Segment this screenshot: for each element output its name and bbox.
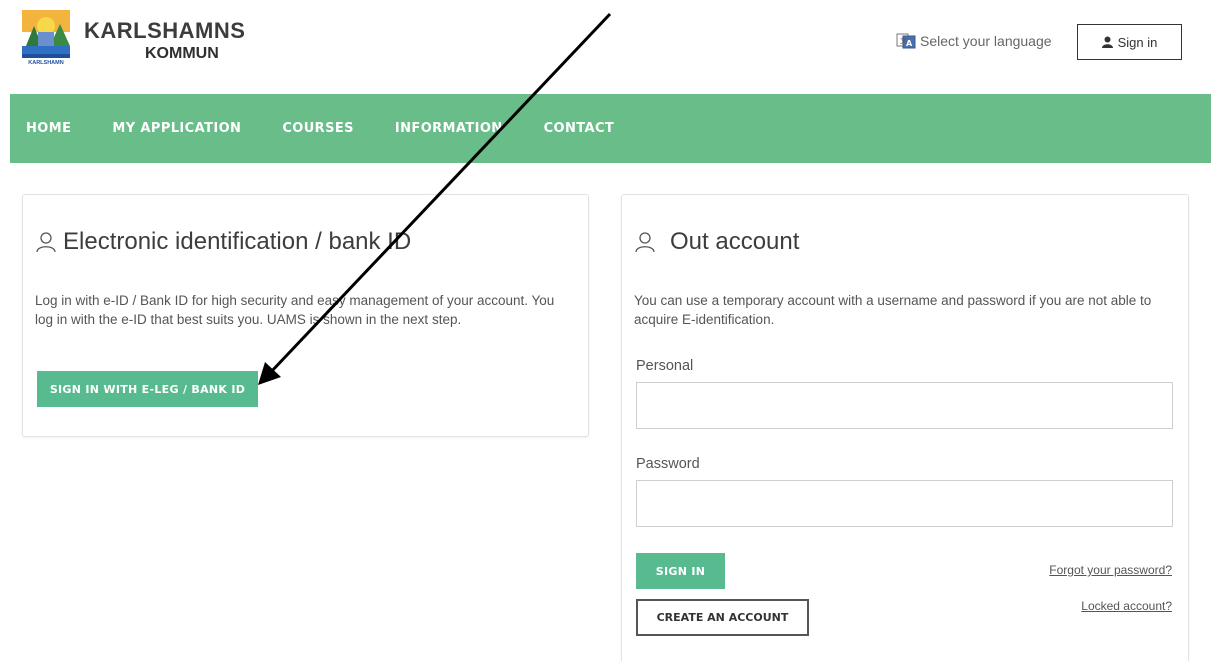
forgot-password-link[interactable]: Forgot your password? <box>1049 563 1172 577</box>
nav-item-information[interactable]: INFORMATION <box>395 121 503 136</box>
header-sign-in-label: Sign in <box>1117 34 1158 50</box>
password-input[interactable] <box>636 480 1173 527</box>
eid-card-title: Electronic identification / bank ID <box>35 228 411 256</box>
user-icon <box>1101 36 1113 48</box>
translate-icon: 文 A <box>896 33 916 49</box>
nav-item-home[interactable]: HOME <box>26 121 71 136</box>
svg-text:A: A <box>906 39 913 48</box>
user-outline-icon <box>36 232 56 253</box>
main-nav: HOME MY APPLICATION COURSES INFORMATION … <box>10 94 1211 163</box>
sign-in-bank-id-button[interactable]: SIGN IN WITH E-LEG / BANK ID <box>37 371 258 407</box>
nav-item-my-application[interactable]: MY APPLICATION <box>112 121 241 136</box>
logo-text: KARLSHAMN <box>28 60 63 66</box>
password-label: Password <box>636 456 700 472</box>
eid-card-title-text: Electronic identification / bank ID <box>63 228 412 255</box>
site-header: KARLSHAMN KARLSHAMNS KOMMUN 文 A Select y… <box>0 0 1211 94</box>
account-card-description: You can use a temporary account with a u… <box>634 293 1152 327</box>
karlshamn-logo[interactable]: KARLSHAMN <box>20 8 72 66</box>
personal-label: Personal <box>636 358 694 374</box>
sign-in-button[interactable]: SIGN IN <box>636 553 725 589</box>
create-account-button[interactable]: CREATE AN ACCOUNT <box>636 599 809 636</box>
account-card-title-text: Out account <box>670 228 800 255</box>
user-outline-icon <box>635 232 655 253</box>
brand-name: KARLSHAMNS <box>84 18 246 43</box>
account-login-card: Out account You can use a temporary acco… <box>621 194 1189 661</box>
nav-item-contact[interactable]: CONTACT <box>544 121 615 136</box>
nav-item-courses[interactable]: COURSES <box>282 121 354 136</box>
brand-subname: KOMMUN <box>145 45 219 62</box>
language-selector[interactable]: 文 A Select your language <box>896 32 1052 50</box>
account-card-title: Out account <box>634 228 799 256</box>
personal-input[interactable] <box>636 382 1173 429</box>
eid-login-card: Electronic identification / bank ID Log … <box>22 194 589 437</box>
locked-account-link[interactable]: Locked account? <box>1081 599 1172 613</box>
header-sign-in-button[interactable]: Sign in <box>1077 24 1182 60</box>
language-label: Select your language <box>920 33 1052 49</box>
eid-card-description: Log in with e-ID / Bank ID for high secu… <box>35 293 555 327</box>
